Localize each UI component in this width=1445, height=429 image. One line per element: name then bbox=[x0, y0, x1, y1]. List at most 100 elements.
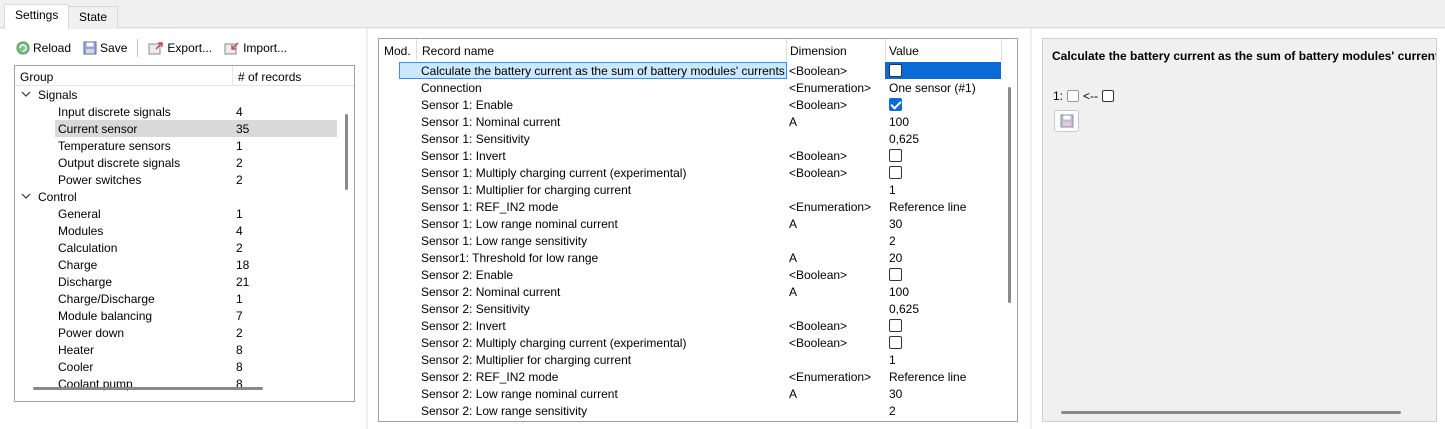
detail-horizontal-scrollbar[interactable] bbox=[1061, 411, 1401, 414]
tree-item-label: Cooler bbox=[58, 360, 94, 374]
record-value[interactable]: 1 bbox=[889, 353, 896, 367]
record-value[interactable]: 30 bbox=[889, 387, 902, 401]
record-name: Sensor 1: Enable bbox=[421, 98, 514, 112]
record-row[interactable]: Sensor 1: REF_IN2 mode <Enumeration> Refer… bbox=[379, 198, 1001, 215]
record-value[interactable]: One sensor (#1) bbox=[889, 81, 976, 95]
tree-item[interactable]: Input discrete signals 4 bbox=[15, 103, 340, 120]
tree-section[interactable]: Control bbox=[15, 188, 340, 205]
tree-item[interactable]: Charge 18 bbox=[15, 256, 340, 273]
record-row[interactable]: Sensor 2: Nominal current A 100 bbox=[379, 283, 1001, 300]
tree-item[interactable]: Charge/Discharge 1 bbox=[15, 290, 340, 307]
record-value[interactable]: 100 bbox=[889, 115, 909, 129]
save-button[interactable]: Save bbox=[79, 37, 131, 59]
record-value-checkbox[interactable] bbox=[889, 98, 902, 111]
record-value[interactable]: 100 bbox=[889, 285, 909, 299]
tree-item-count: 18 bbox=[236, 258, 250, 272]
record-name: Connection bbox=[421, 81, 482, 95]
record-value-checkbox[interactable] bbox=[889, 166, 902, 179]
right-pane: Calculate the battery current as the sum… bbox=[1032, 29, 1445, 429]
tree-item[interactable]: Output discrete signals 2 bbox=[15, 154, 340, 171]
detail-row-index: 1: bbox=[1053, 89, 1064, 103]
header-record-name[interactable]: Record name bbox=[422, 44, 494, 58]
header-count[interactable]: # of records bbox=[238, 70, 301, 84]
tree-item-label: Input discrete signals bbox=[58, 105, 171, 119]
record-row[interactable]: Sensor 2: Multiplier for charging curren… bbox=[379, 351, 1001, 368]
record-value[interactable]: 20 bbox=[889, 251, 902, 265]
header-group[interactable]: Group bbox=[20, 70, 53, 84]
header-mod[interactable]: Mod. bbox=[384, 44, 411, 58]
record-value-checkbox[interactable] bbox=[889, 268, 902, 281]
detail-save-button[interactable] bbox=[1054, 110, 1079, 132]
record-value-checkbox[interactable] bbox=[889, 319, 902, 332]
record-value[interactable]: 30 bbox=[889, 217, 902, 231]
tree-item[interactable]: Power down 2 bbox=[15, 324, 340, 341]
header-dimension[interactable]: Dimension bbox=[790, 44, 847, 58]
import-button[interactable]: Import... bbox=[220, 37, 291, 59]
record-dimension: A bbox=[789, 387, 798, 401]
header-divider bbox=[232, 66, 233, 86]
record-row[interactable]: Sensor 1: Multiplier for charging curren… bbox=[379, 181, 1001, 198]
tree-item-count: 35 bbox=[236, 122, 250, 136]
record-value[interactable]: 0,625 bbox=[889, 302, 919, 316]
left-pane: Reload Save Export... Import... Group # … bbox=[0, 29, 366, 429]
record-value[interactable]: 2 bbox=[889, 234, 896, 248]
record-value-checkbox[interactable] bbox=[889, 64, 902, 77]
record-value[interactable]: 1 bbox=[889, 183, 896, 197]
tree-item[interactable]: Current sensor 35 bbox=[55, 120, 337, 137]
record-row[interactable]: Sensor 2: Low range sensitivity 2 bbox=[379, 402, 1001, 419]
record-dimension: <Boolean> bbox=[789, 268, 848, 282]
tab-settings[interactable]: Settings bbox=[4, 4, 70, 29]
reload-button[interactable]: Reload bbox=[12, 37, 75, 59]
record-row[interactable]: Sensor 2: REF_IN2 mode <Enumeration> Refer… bbox=[379, 368, 1001, 385]
record-row[interactable]: Sensor 1: Enable <Boolean> bbox=[379, 96, 1001, 113]
tree-item[interactable]: General 1 bbox=[15, 205, 340, 222]
group-horizontal-scrollbar[interactable] bbox=[33, 387, 263, 390]
chevron-down-icon[interactable] bbox=[21, 87, 31, 104]
record-row[interactable]: Sensor 2: Enable <Boolean> bbox=[379, 266, 1001, 283]
record-value[interactable]: 2 bbox=[889, 404, 896, 418]
record-row[interactable]: Sensor 1: Nominal current A 100 bbox=[379, 113, 1001, 130]
tree-item[interactable]: Module balancing 7 bbox=[15, 307, 340, 324]
header-value[interactable]: Value bbox=[889, 44, 919, 58]
tree-item-label: Discharge bbox=[58, 275, 113, 289]
record-row[interactable]: Sensor 2: Multiply charging current (exp… bbox=[379, 334, 1001, 351]
record-value-checkbox[interactable] bbox=[889, 149, 902, 162]
record-value[interactable]: 0,625 bbox=[889, 132, 919, 146]
tree-item[interactable]: Cooler 8 bbox=[15, 358, 340, 375]
record-row[interactable]: Sensor1: Threshold for low range A 20 bbox=[379, 249, 1001, 266]
record-name: Sensor 1: Multiplier for charging curren… bbox=[421, 183, 632, 197]
chevron-down-icon[interactable] bbox=[21, 189, 31, 206]
tree-item[interactable]: Calculation 2 bbox=[15, 239, 340, 256]
tree-item[interactable]: Temperature sensors 1 bbox=[15, 137, 340, 154]
record-dimension: A bbox=[789, 115, 798, 129]
record-row[interactable]: Sensor 1: Low range nominal current A 30 bbox=[379, 215, 1001, 232]
record-row[interactable]: Sensor 2: Low range nominal current A 30 bbox=[379, 385, 1001, 402]
tree-item[interactable]: Modules 4 bbox=[15, 222, 340, 239]
record-row[interactable]: Sensor 2: Sensitivity 0,625 bbox=[379, 300, 1001, 317]
record-value[interactable]: Reference line bbox=[889, 200, 966, 214]
record-value-checkbox[interactable] bbox=[889, 336, 902, 349]
record-dimension: A bbox=[789, 285, 798, 299]
record-row[interactable]: Calculate the battery current as the sum… bbox=[379, 62, 1001, 79]
record-row[interactable]: Sensor 1: Sensitivity 0,625 bbox=[379, 130, 1001, 147]
record-row[interactable]: Sensor 1: Invert <Boolean> bbox=[379, 147, 1001, 164]
tree-item[interactable]: Heater 8 bbox=[15, 341, 340, 358]
tree-item[interactable]: Discharge 21 bbox=[15, 273, 340, 290]
record-row[interactable]: Sensor 1: Low range sensitivity 2 bbox=[379, 232, 1001, 249]
tree-section[interactable]: Signals bbox=[15, 86, 340, 103]
tab-state[interactable]: State bbox=[68, 6, 119, 28]
record-name: Sensor 1: REF_IN2 mode bbox=[421, 200, 559, 214]
record-name: Sensor 2: Nominal current bbox=[421, 285, 561, 299]
header-divider bbox=[885, 39, 886, 61]
group-vertical-scrollbar[interactable] bbox=[345, 114, 348, 190]
record-row[interactable]: Sensor 2: Invert <Boolean> bbox=[379, 317, 1001, 334]
record-row[interactable]: Connection <Enumeration> One sensor (#1) bbox=[379, 79, 1001, 96]
record-dimension: <Boolean> bbox=[789, 64, 848, 78]
record-row[interactable]: Sensor 1: Multiply charging current (exp… bbox=[379, 164, 1001, 181]
record-value[interactable]: Reference line bbox=[889, 370, 966, 384]
records-vertical-scrollbar[interactable] bbox=[1008, 87, 1011, 303]
export-button[interactable]: Export... bbox=[144, 37, 216, 59]
detail-new-checkbox[interactable] bbox=[1102, 90, 1115, 102]
tree-item[interactable]: Power switches 2 bbox=[15, 171, 340, 188]
tree-section-label: Signals bbox=[38, 88, 78, 102]
